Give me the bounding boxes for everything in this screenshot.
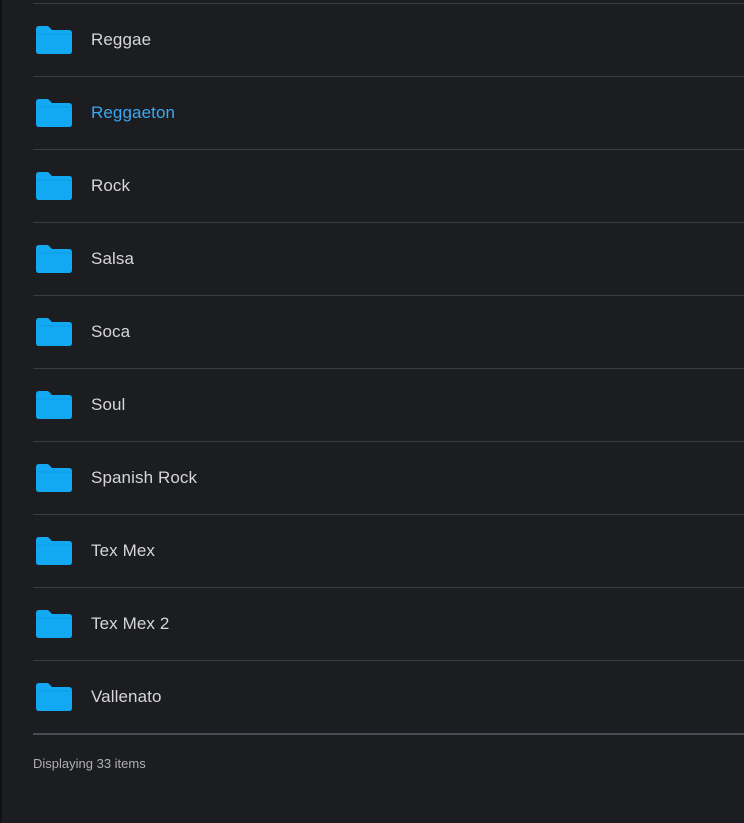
folder-row[interactable]: Soca <box>33 296 744 369</box>
folder-icon <box>33 98 73 128</box>
folder-label[interactable]: Tex Mex 2 <box>91 614 169 634</box>
folder-label[interactable]: Salsa <box>91 249 134 269</box>
folder-row[interactable]: Soul <box>33 369 744 442</box>
folder-label[interactable]: Soca <box>91 322 130 342</box>
folder-icon <box>33 609 73 639</box>
folder-icon <box>33 317 73 347</box>
folder-row[interactable]: Rock <box>33 150 744 223</box>
folder-icon <box>33 390 73 420</box>
folder-row[interactable]: Tex Mex <box>33 515 744 588</box>
folder-row[interactable]: Spanish Rock <box>33 442 744 515</box>
folder-row[interactable]: Reggaeton <box>33 77 744 150</box>
folder-row[interactable]: Reggae <box>33 4 744 77</box>
folder-row[interactable]: Tex Mex 2 <box>33 588 744 661</box>
folder-label[interactable]: Rock <box>91 176 130 196</box>
folder-icon <box>33 25 73 55</box>
folder-row[interactable]: Vallenato <box>33 661 744 735</box>
folder-label[interactable]: Spanish Rock <box>91 468 197 488</box>
panel-edge <box>0 0 2 823</box>
folder-label[interactable]: Reggaeton <box>91 103 175 123</box>
item-count-status: Displaying 33 items <box>33 756 146 771</box>
folder-icon <box>33 244 73 274</box>
folder-label[interactable]: Soul <box>91 395 125 415</box>
folder-label[interactable]: Vallenato <box>91 687 162 707</box>
folder-icon <box>33 463 73 493</box>
folder-list: Reggae Reggaeton Rock Salsa Soca Soul Spanish … <box>33 3 744 735</box>
folder-label[interactable]: Tex Mex <box>91 541 155 561</box>
folder-label[interactable]: Reggae <box>91 30 151 50</box>
folder-icon <box>33 682 73 712</box>
folder-icon <box>33 536 73 566</box>
folder-icon <box>33 171 73 201</box>
folder-row[interactable]: Salsa <box>33 223 744 296</box>
